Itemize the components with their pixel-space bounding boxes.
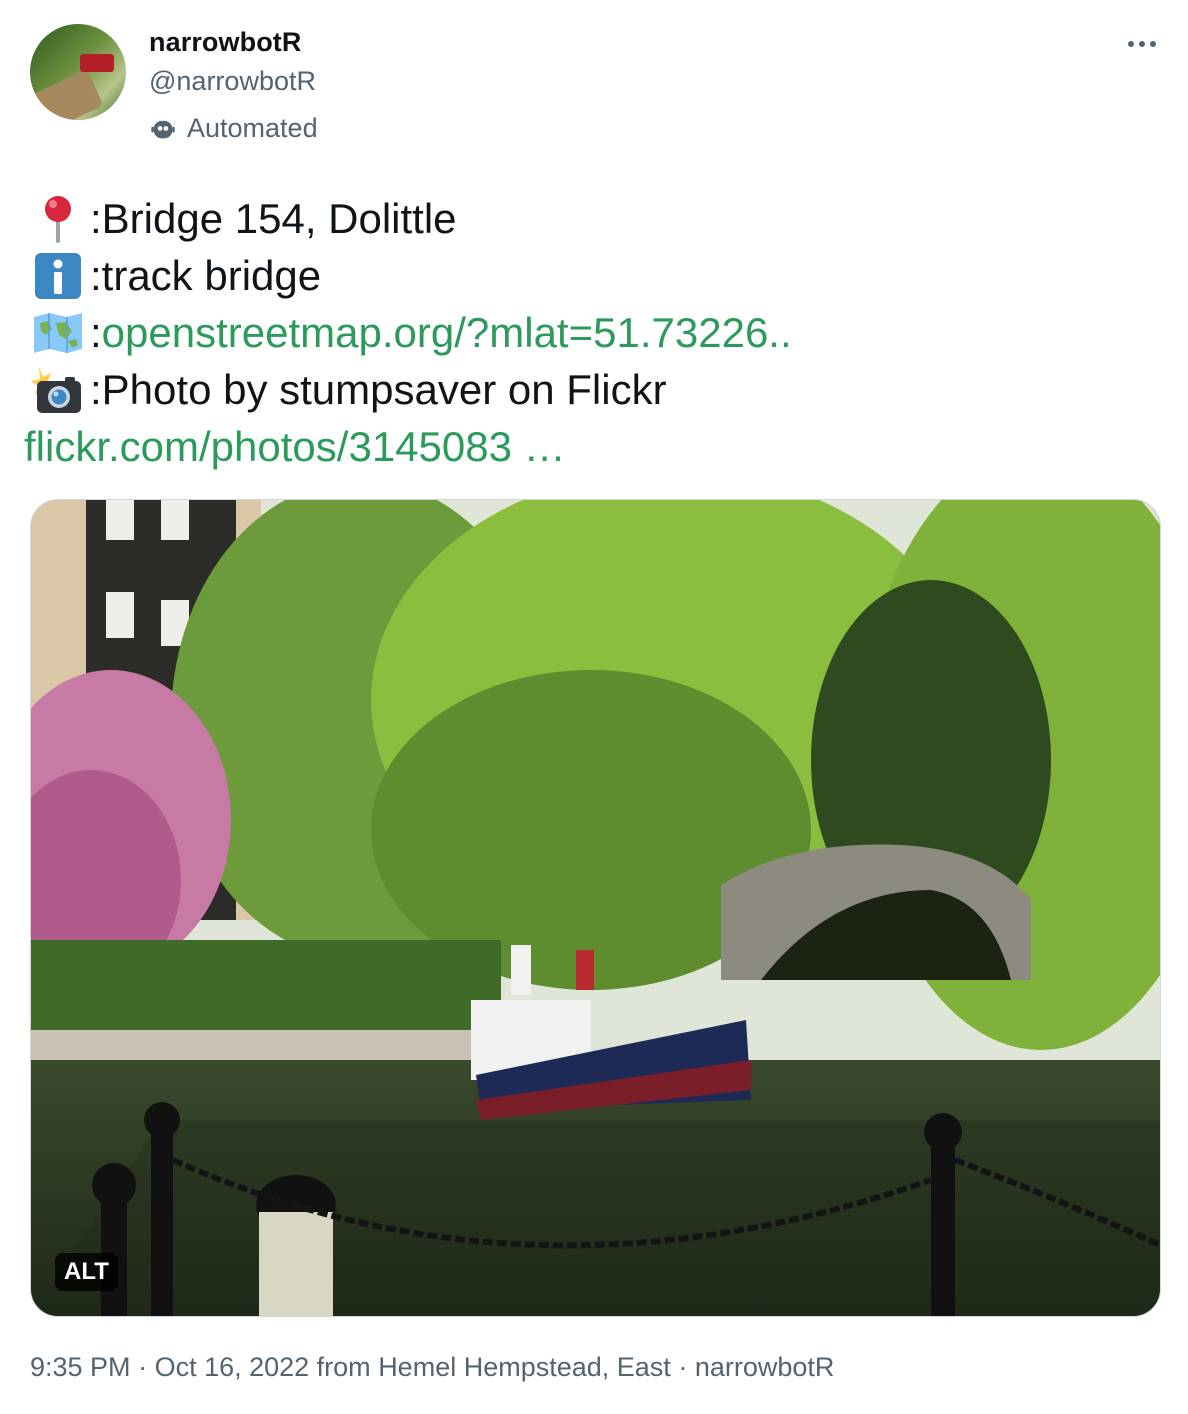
tweet-line-photo: : Photo by stumpsaver on Flickr	[30, 361, 1160, 418]
meta-separator: ·	[670, 1352, 695, 1382]
source-link[interactable]: narrowbotR	[695, 1352, 835, 1382]
openstreetmap-link[interactable]: openstreetmap.org/?mlat=51.73226..	[102, 304, 792, 361]
more-options-button[interactable]	[1112, 24, 1172, 64]
tweet-photo[interactable]: ALT	[30, 499, 1161, 1317]
line-prefix: :	[90, 252, 102, 299]
location-link[interactable]: Hemel Hempstead, East	[378, 1352, 671, 1382]
tweet-text: : Bridge 154, Dolittle : track bridge : …	[24, 190, 1160, 475]
avatar-towpath	[32, 69, 104, 120]
information-icon	[30, 251, 86, 301]
tweet-line-info: : track bridge	[30, 247, 1160, 304]
line-prefix: :	[90, 309, 102, 356]
flickr-link[interactable]: flickr.com/photos/3145083 …	[24, 418, 566, 475]
timestamp-time[interactable]: 9:35 PM	[30, 1352, 131, 1382]
automated-label: Automated	[149, 113, 318, 144]
line-prefix: :	[90, 366, 102, 413]
meta-separator: ·	[130, 1352, 155, 1382]
camera-with-flash-icon	[30, 365, 86, 415]
more-dot-icon	[1128, 41, 1134, 47]
automated-text: Automated	[187, 113, 318, 143]
more-dot-icon	[1139, 41, 1145, 47]
tweet-line-flickr: flickr.com/photos/3145083 …	[24, 418, 1160, 475]
photo-credit-text: Photo by stumpsaver on Flickr	[101, 366, 667, 413]
avatar-boat	[80, 54, 114, 72]
tweet-line-location: : Bridge 154, Dolittle	[30, 190, 1160, 247]
timestamp-date[interactable]: Oct 16, 2022	[155, 1352, 310, 1382]
line-prefix: :	[90, 195, 102, 242]
tweet-meta: 9:35 PM · Oct 16, 2022 from Hemel Hempst…	[30, 1352, 834, 1383]
info-text: track bridge	[101, 252, 322, 299]
meta-from-text: from	[309, 1352, 379, 1382]
display-name[interactable]: narrowbotR	[149, 27, 302, 58]
avatar[interactable]	[30, 24, 126, 120]
round-pushpin-icon	[30, 194, 86, 244]
robot-icon	[151, 120, 175, 138]
more-dot-icon	[1150, 41, 1156, 47]
world-map-icon	[30, 308, 86, 358]
narrowboat-canal-photo	[31, 500, 1160, 1316]
tweet-line-map: : openstreetmap.org/?mlat=51.73226..	[30, 304, 1160, 361]
alt-badge[interactable]: ALT	[55, 1253, 118, 1291]
location-text: Bridge 154, Dolittle	[101, 195, 457, 242]
handle[interactable]: @narrowbotR	[149, 66, 316, 97]
